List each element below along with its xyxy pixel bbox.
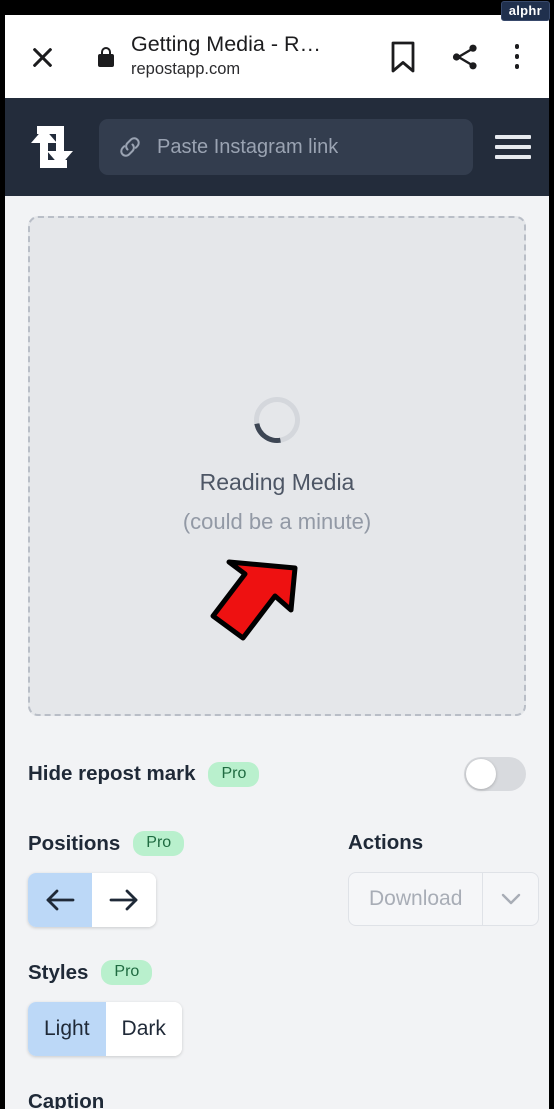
red-arrow-annotation [205,558,301,644]
app-header: Paste Instagram link [5,98,549,196]
caption-label: Caption [28,1090,105,1109]
main-content: Reading Media (could be a minute) Hide r… [5,196,549,1109]
toggle-knob [466,759,496,789]
page-title: Getting Media - R… [131,32,321,57]
link-icon [117,134,143,160]
position-next-button[interactable] [92,873,156,927]
loading-spinner-icon [244,387,310,453]
alphr-watermark: alphr [500,1,550,21]
positions-label: Positions [28,831,121,855]
actions-label: Actions [348,831,424,854]
positions-column: Positions Pro [28,831,348,927]
positions-segmented-control [28,873,156,927]
paste-link-placeholder: Paste Instagram link [157,135,339,158]
bookmark-icon[interactable] [383,37,423,77]
more-vertical-icon[interactable] [505,37,529,77]
page-domain: repostapp.com [131,60,241,79]
download-dropdown-button[interactable] [482,873,538,925]
styles-label: Styles [28,960,89,984]
media-preview-placeholder[interactable]: Reading Media (could be a minute) [28,216,526,716]
hamburger-icon[interactable] [495,133,531,161]
style-dark-button[interactable]: Dark [105,1002,182,1056]
position-previous-button[interactable] [28,873,92,927]
loading-primary-text: Reading Media [199,469,355,495]
pro-badge: Pro [208,761,260,787]
arrow-left-icon [46,889,75,911]
hide-repost-mark-row: Hide repost mark Pro [28,757,526,791]
styles-section: Styles Pro Light Dark [28,960,526,1056]
pro-badge: Pro [101,960,153,985]
actions-column: Actions Download [348,831,540,927]
device-frame: alphr Getting Media - R… repostapp.com P… [0,0,554,1109]
download-button-group: Download [348,872,540,926]
styles-segmented-control: Light Dark [28,1002,182,1056]
pro-badge: Pro [133,831,185,856]
hide-repost-mark-toggle[interactable] [464,757,526,791]
paste-link-input[interactable]: Paste Instagram link [99,119,473,175]
browser-toolbar: Getting Media - R… repostapp.com [5,15,549,98]
hide-repost-mark-label-group: Hide repost mark Pro [28,761,260,787]
close-icon[interactable] [27,42,57,72]
loading-secondary-text: (could be a minute) [182,508,372,534]
hide-repost-mark-label: Hide repost mark [28,762,196,785]
lock-icon [98,46,114,67]
download-button[interactable]: Download [349,873,482,925]
positions-label-group: Positions Pro [28,831,348,856]
style-light-button[interactable]: Light [28,1002,106,1056]
chevron-down-icon [501,893,521,905]
url-block[interactable]: Getting Media - R… repostapp.com [131,32,377,80]
positions-actions-section: Positions Pro Actions Download [28,831,540,927]
arrow-right-icon [109,889,138,911]
share-icon[interactable] [445,37,485,77]
styles-label-group: Styles Pro [28,960,526,985]
repost-logo-icon[interactable] [27,124,77,170]
phone-screen: Getting Media - R… repostapp.com Paste I… [5,15,549,1109]
